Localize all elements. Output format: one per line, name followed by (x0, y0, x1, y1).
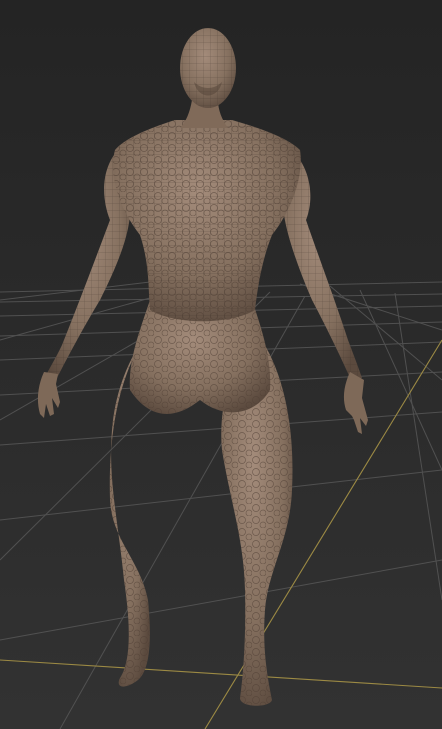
viewport-canvas[interactable] (0, 0, 442, 729)
3d-viewport[interactable] (0, 0, 442, 729)
